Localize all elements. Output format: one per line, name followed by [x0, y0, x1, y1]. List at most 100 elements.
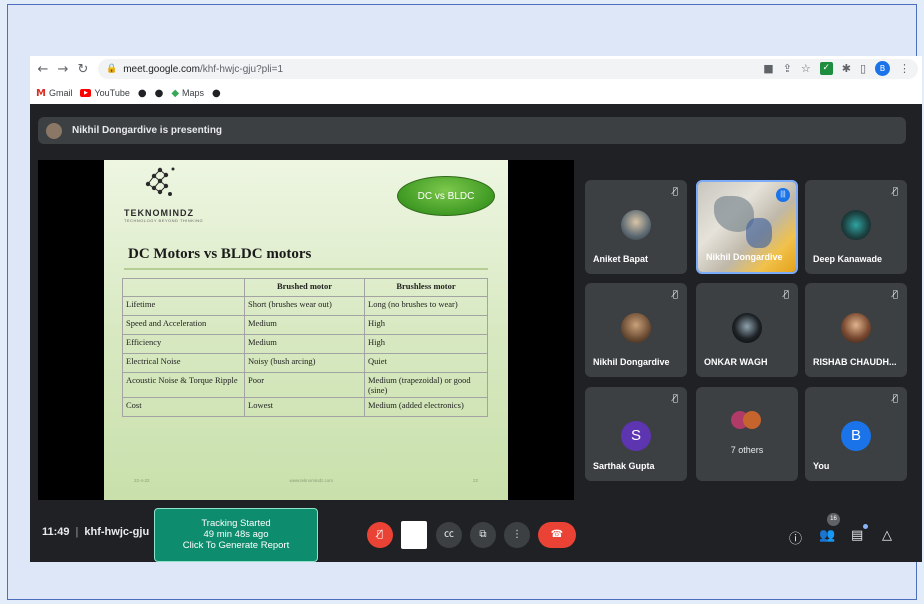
github-icon: ●	[212, 87, 221, 99]
forward-icon[interactable]: →	[53, 62, 73, 77]
gmail-icon: M	[36, 87, 46, 99]
participant-tile[interactable]: 🎙̸ Nikhil Dongardive	[585, 283, 687, 377]
mic-toggle-button[interactable]: 🎙̸	[367, 522, 393, 548]
activities-icon[interactable]: △	[882, 528, 892, 543]
bookmark-youtube[interactable]: ▶ YouTube	[80, 88, 130, 98]
bookmark-gmail[interactable]: M Gmail	[36, 88, 72, 99]
others-tile[interactable]: 7 others	[696, 387, 798, 481]
mic-off-icon: 🎙̸	[672, 290, 678, 300]
table-cell: Medium	[244, 334, 365, 354]
github-icon: ●	[137, 87, 147, 99]
extensions-puzzle-icon[interactable]: ✱	[842, 62, 851, 75]
reload-icon[interactable]: ↻	[73, 62, 93, 77]
hangup-icon: ☎	[550, 529, 564, 540]
mic-off-icon: 🎙̸	[892, 290, 898, 300]
participant-tile[interactable]: 🎙̸ S Sarthak Gupta	[585, 387, 687, 481]
extension-icon[interactable]: ✓	[819, 62, 833, 75]
captions-button[interactable]: ㏄	[436, 522, 462, 548]
mic-off-icon: 🎙̸	[892, 394, 898, 404]
back-icon[interactable]: ←	[33, 62, 53, 77]
participant-tile[interactable]: 🎙̸ Deep Kanawade	[805, 180, 907, 274]
bookmark-github-1[interactable]: ●	[138, 88, 147, 99]
table-cell: Medium (trapezoidal) or good (sine)	[364, 372, 488, 398]
table-row: Electrical Noise Noisy (bush arcing) Qui…	[122, 353, 488, 373]
avatar	[841, 210, 871, 240]
table-cell: Lowest	[244, 397, 365, 417]
bookmark-github-2[interactable]: ●	[155, 88, 164, 99]
maps-icon: ◆	[171, 87, 180, 99]
table-cell: Speed and Acceleration	[122, 315, 245, 335]
more-options-button[interactable]: ⋮	[504, 522, 530, 548]
table-cell: Long (no brushes to wear)	[364, 296, 488, 316]
bookmark-maps[interactable]: ◆ Maps	[171, 88, 204, 99]
others-count: 7 others	[730, 445, 764, 455]
table-header-row: Brushed motor Brushless motor	[122, 278, 488, 297]
meeting-time-code: 11:49 | khf-hwjc-gju	[42, 526, 150, 538]
participant-tile[interactable]: 🎙̸ Aniket Bapat	[585, 180, 687, 274]
url-text[interactable]: meet.google.com/khf-hwjc-gju?pli=1	[123, 64, 283, 75]
lock-icon[interactable]: 🔒	[106, 64, 117, 74]
slide-title: DC Motors vs BLDC motors	[128, 246, 312, 262]
present-button[interactable]: ⧉	[470, 522, 496, 548]
mic-off-icon: 🎙̸	[376, 529, 383, 540]
avatar	[743, 411, 761, 429]
table-cell: High	[364, 315, 488, 335]
participant-name: ONKAR WAGH	[704, 357, 768, 367]
sidepanel-icon[interactable]: ▯	[860, 62, 866, 75]
mic-off-icon: 🎙̸	[672, 187, 678, 197]
avatar: S	[621, 421, 651, 451]
avatar: B	[841, 421, 871, 451]
participant-name: Sarthak Gupta	[593, 461, 655, 471]
participant-tile[interactable]: ||| Nikhil Dongardive	[696, 180, 798, 274]
table-cell: Quiet	[364, 353, 488, 373]
camera-toggle-button[interactable]	[401, 521, 427, 549]
participant-tile[interactable]: 🎙̸ ONKAR WAGH	[696, 283, 798, 377]
mic-off-icon: 🎙̸	[892, 187, 898, 197]
slide-footer-date: 22-4-22	[134, 478, 150, 483]
participant-name: Nikhil Dongardive	[593, 357, 670, 367]
mic-off-icon: 🎙̸	[783, 290, 789, 300]
presenter-avatar	[46, 122, 62, 139]
slide: TEKNOMINDZ TECHNOLOGY BEYOND THINKING DC…	[104, 160, 508, 500]
bookmark-github-3[interactable]: ●	[212, 88, 221, 99]
comparison-table: Brushed motor Brushless motor Lifetime S…	[122, 278, 488, 417]
table-header: Brushed motor	[244, 278, 365, 297]
leave-call-button[interactable]: ☎	[538, 522, 576, 548]
bookmark-star-icon[interactable]: ☆	[801, 62, 811, 75]
camera-in-use-icon[interactable]: ■	[763, 62, 773, 75]
presentation-stage[interactable]: TEKNOMINDZ TECHNOLOGY BEYOND THINKING DC…	[38, 160, 574, 500]
participant-tile-self[interactable]: 🎙̸ B You	[805, 387, 907, 481]
participant-name: Aniket Bapat	[593, 254, 649, 264]
profile-avatar[interactable]: B	[875, 61, 890, 76]
table-cell: Efficiency	[122, 334, 245, 354]
avatar	[621, 210, 651, 240]
chat-notification-dot	[863, 524, 868, 529]
meet-area: Nikhil Dongardive is presenting TEKNOMIN…	[30, 104, 922, 562]
present-icon: ⧉	[479, 529, 487, 540]
tracking-report-button[interactable]: Tracking Started 49 min 48s ago Click To…	[154, 508, 318, 562]
meeting-info-icon[interactable]: ⓘ	[789, 528, 802, 547]
participant-name: Nikhil Dongardive	[706, 252, 783, 262]
browser-window: ← → ↻ 🔒 meet.google.com/khf-hwjc-gju?pli…	[30, 56, 922, 562]
table-row: Cost Lowest Medium (added electronics)	[122, 397, 488, 417]
mic-off-icon: 🎙̸	[672, 394, 678, 404]
table-row: Lifetime Short (brushes wear out) Long (…	[122, 296, 488, 316]
menu-kebab-icon[interactable]: ⋮	[899, 62, 910, 75]
people-icon[interactable]: 👥	[819, 528, 835, 543]
table-cell: Medium (added electronics)	[364, 397, 488, 417]
table-cell: Short (brushes wear out)	[244, 296, 365, 316]
table-cell: Acoustic Noise & Torque Ripple	[122, 372, 245, 398]
table-cell: Lifetime	[122, 296, 245, 316]
youtube-icon: ▶	[80, 89, 92, 97]
slide-footer-page: 22	[472, 478, 478, 483]
omnibox-actions: ■ ⇪ ☆ ✓ ✱ ▯ B ⋮	[763, 61, 910, 76]
participant-name: You	[813, 461, 830, 471]
logo-subtext: TECHNOLOGY BEYOND THINKING	[124, 218, 204, 223]
chat-icon[interactable]: ▤	[851, 528, 863, 543]
share-icon[interactable]: ⇪	[783, 62, 792, 75]
more-vert-icon: ⋮	[512, 529, 522, 540]
avatar	[621, 313, 651, 343]
omnibox[interactable]: 🔒 meet.google.com/khf-hwjc-gju?pli=1 ■ ⇪…	[98, 59, 918, 79]
participant-tile[interactable]: 🎙̸ RISHAB CHAUDH...	[805, 283, 907, 377]
table-row: Efficiency Medium High	[122, 334, 488, 354]
